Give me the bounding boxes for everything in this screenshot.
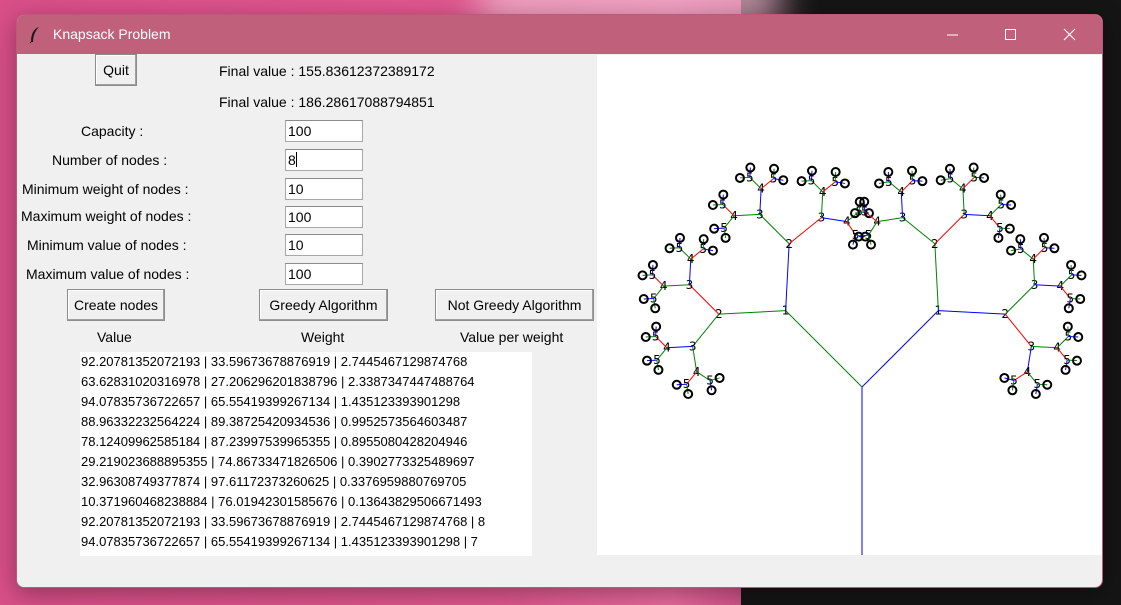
num-nodes-value: 8 bbox=[288, 152, 296, 168]
text-caret bbox=[295, 152, 297, 167]
create-nodes-button[interactable]: Create nodes bbox=[67, 289, 165, 321]
min-value-input[interactable]: 10 bbox=[285, 234, 363, 256]
tree-branch bbox=[861, 310, 939, 388]
title-bar[interactable]: Knapsack Problem bbox=[17, 15, 1102, 54]
window-title: Knapsack Problem bbox=[53, 26, 171, 42]
list-item[interactable]: 94.07835736722657 | 65.55419399267134 | … bbox=[80, 392, 532, 412]
list-item[interactable]: 78.12409962585184 | 87.23997539965355 | … bbox=[80, 432, 532, 452]
greedy-algorithm-button[interactable]: Greedy Algorithm bbox=[259, 289, 388, 321]
list-item[interactable]: 94.07835736722657 | 65.55419399267134 | … bbox=[80, 532, 532, 552]
max-value-input[interactable]: 100 bbox=[285, 263, 363, 285]
column-header-weight: Weight bbox=[301, 329, 345, 345]
quit-button[interactable]: Quit bbox=[95, 54, 137, 86]
list-item[interactable]: 29.219023688895355 | 74.86733471826506 |… bbox=[80, 452, 532, 472]
decision-tree-graph: 1234554553455455234554553455455123455455… bbox=[637, 162, 1087, 555]
max-weight-input[interactable]: 100 bbox=[285, 206, 363, 228]
column-header-value-per-weight: Value per weight bbox=[460, 329, 564, 345]
not-greedy-algorithm-button[interactable]: Not Greedy Algorithm bbox=[435, 289, 594, 321]
feather-icon bbox=[29, 27, 39, 44]
list-item[interactable]: 10.371960468238884 | 76.01942301585676 |… bbox=[80, 492, 532, 512]
capacity-label: Capacity : bbox=[81, 123, 144, 139]
tree-branch bbox=[692, 313, 720, 347]
num-nodes-input[interactable]: 8 bbox=[285, 149, 363, 171]
tree-branch bbox=[788, 217, 822, 245]
minimize-button[interactable] bbox=[924, 15, 982, 54]
min-weight-label: Minimum weight of nodes : bbox=[22, 181, 189, 197]
tree-branch bbox=[902, 217, 936, 245]
column-header-value: Value bbox=[97, 329, 132, 345]
min-weight-input[interactable]: 10 bbox=[285, 178, 363, 200]
app-window: Knapsack Problem Quit Final value : 155.… bbox=[16, 14, 1103, 588]
maximize-button[interactable] bbox=[982, 15, 1040, 54]
num-nodes-label: Number of nodes : bbox=[52, 152, 168, 168]
close-icon bbox=[1063, 28, 1076, 41]
maximize-icon bbox=[1005, 29, 1016, 40]
tree-branch bbox=[689, 284, 720, 315]
max-weight-label: Maximum weight of nodes : bbox=[21, 208, 192, 224]
tree-branch bbox=[718, 310, 786, 315]
list-item[interactable]: 88.96332232564224 | 89.38725420934536 | … bbox=[80, 412, 532, 432]
results-listbox[interactable]: 92.20781352072193 | 33.59673678876919 | … bbox=[80, 352, 532, 556]
tree-branch bbox=[759, 214, 790, 245]
minimize-icon bbox=[947, 34, 958, 36]
list-item[interactable]: 63.62831020316978 | 27.206296201838796 |… bbox=[80, 372, 532, 392]
tree-branch bbox=[938, 310, 1006, 315]
final-value-label-2: Final value : 186.28617088794851 bbox=[219, 94, 435, 110]
final-value-label-1: Final value : 155.83612372389172 bbox=[219, 63, 435, 79]
tree-branch bbox=[785, 243, 790, 311]
min-value-label: Minimum value of nodes : bbox=[27, 237, 187, 253]
list-item[interactable]: 92.20781352072193 | 33.59673678876919 | … bbox=[80, 352, 532, 372]
tree-branch bbox=[785, 310, 863, 388]
close-button[interactable] bbox=[1041, 15, 1099, 54]
capacity-input[interactable]: 100 bbox=[285, 120, 363, 142]
max-value-label: Maximum value of nodes : bbox=[26, 266, 190, 282]
list-item[interactable]: 32.96308749377874 | 97.61172373260625 | … bbox=[80, 472, 532, 492]
tree-branch bbox=[934, 243, 939, 311]
list-item[interactable]: 92.20781352072193 | 33.59673678876919 | … bbox=[80, 512, 532, 532]
